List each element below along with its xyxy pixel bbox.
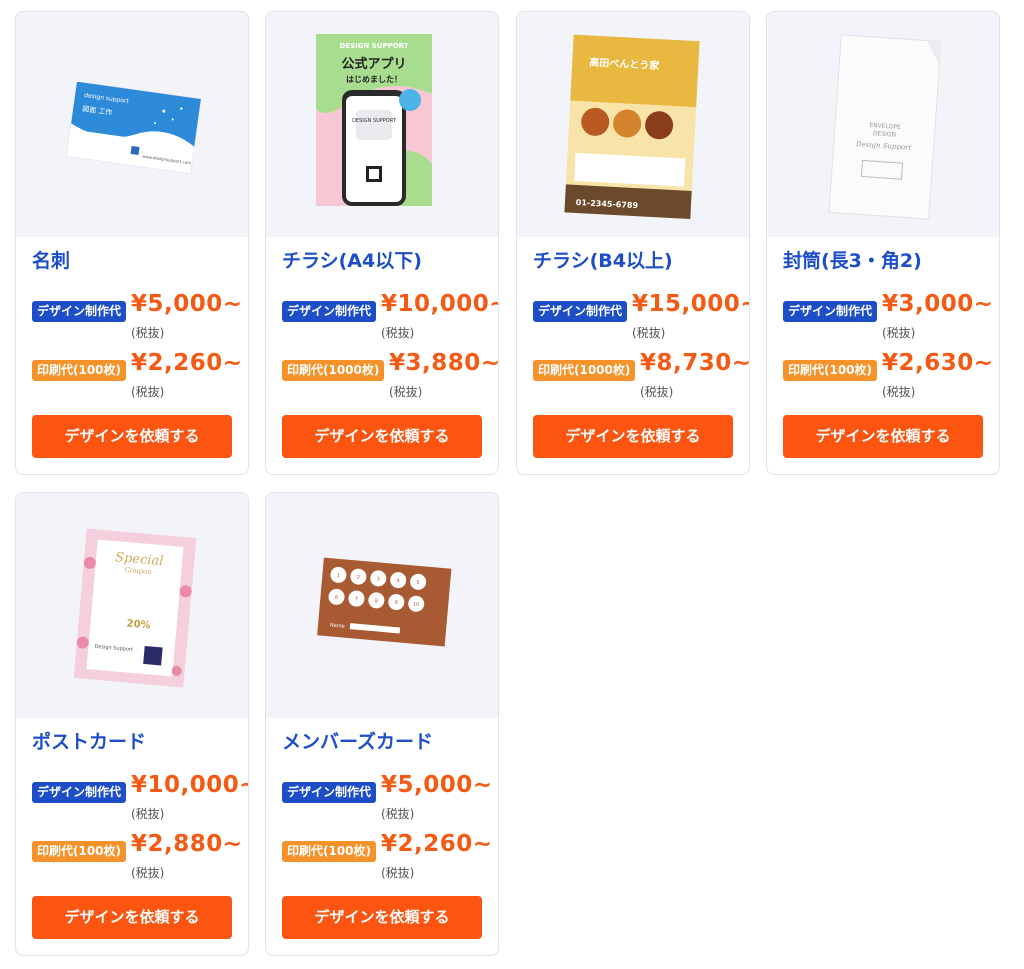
print-price-row: 印刷代(1000枚) ¥8,730~ (税抜)	[533, 350, 750, 399]
postcard-image: Special Coupon 20% Design Support	[73, 528, 197, 688]
tax-note: (税抜)	[131, 326, 165, 340]
tax-note: (税抜)	[131, 807, 165, 821]
design-fee-badge: デザイン制作代	[783, 301, 878, 322]
design-price-row: デザイン制作代 ¥10,000~ (税抜)	[32, 772, 249, 821]
stamp-number: 7	[355, 596, 359, 602]
stamp-number: 1	[337, 573, 341, 579]
print-fee-badge: 印刷代(100枚)	[783, 360, 878, 381]
print-price: ¥2,260~	[131, 350, 243, 376]
print-fee-badge: 印刷代(1000枚)	[533, 360, 636, 381]
flyer-b4-image: 高田べんとう家 01-2345-6789	[564, 34, 700, 219]
design-price: ¥15,000~	[632, 291, 750, 317]
design-price-row: デザイン制作代 ¥5,000~ (税抜)	[32, 291, 247, 340]
tax-note: (税抜)	[131, 385, 165, 399]
design-fee-badge: デザイン制作代	[282, 782, 377, 803]
postcard-offer: 20%	[126, 618, 151, 631]
print-price-row: 印刷代(100枚) ¥2,260~ (税抜)	[282, 831, 497, 880]
card-thumbnail: DESIGN SUPPORT 公式アプリ はじめました！ DESIGN SUPP…	[266, 12, 498, 237]
print-fee-badge: 印刷代(1000枚)	[282, 360, 385, 381]
flyer-sub-text: はじめました！	[346, 74, 402, 84]
print-price: ¥8,730~	[640, 350, 750, 376]
tax-note: (税抜)	[640, 385, 674, 399]
card-business-card: design support 図面 工作 www.designsupport.c…	[15, 11, 249, 475]
tax-note: (税抜)	[131, 866, 165, 880]
request-design-button[interactable]: デザインを依頼する	[282, 896, 482, 939]
business-card-image: design support 図面 工作 www.designsupport.c…	[66, 82, 201, 174]
card-title: 封筒(長3・角2)	[783, 250, 922, 272]
print-fee-badge: 印刷代(100枚)	[282, 841, 377, 862]
tax-note: (税抜)	[381, 866, 415, 880]
request-design-button[interactable]: デザインを依頼する	[32, 896, 232, 939]
card-flyer-b4: 高田べんとう家 01-2345-6789 チラシ(B4以上) デザイン制作代 ¥…	[516, 11, 750, 475]
print-price-row: 印刷代(100枚) ¥2,260~ (税抜)	[32, 350, 247, 399]
print-fee-badge: 印刷代(100枚)	[32, 360, 127, 381]
tax-note: (税抜)	[381, 326, 415, 340]
flyer-head-text: 公式アプリ	[341, 56, 406, 72]
envelope-image: ENVELOPE DESIGN Design Support	[828, 34, 942, 220]
card-thumbnail: design support 図面 工作 www.designsupport.c…	[16, 12, 248, 237]
tax-note: (税抜)	[381, 807, 415, 821]
stamp-number: 10	[413, 602, 420, 609]
members-card-image: 1 2 3 4 5 6 7 8 9 10 Name	[317, 557, 452, 647]
card-title: メンバーズカード	[282, 731, 434, 753]
design-price-row: デザイン制作代 ¥15,000~ (税抜)	[533, 291, 750, 340]
stamp-number: 2	[356, 575, 360, 581]
card-title: ポストカード	[32, 731, 147, 753]
stamp-number: 8	[374, 598, 378, 604]
design-fee-badge: デザイン制作代	[32, 301, 127, 322]
print-price-row: 印刷代(100枚) ¥2,880~ (税抜)	[32, 831, 247, 880]
design-price-row: デザイン制作代 ¥10,000~ (税抜)	[282, 291, 499, 340]
print-price: ¥2,630~	[882, 350, 994, 376]
phone-screen-text: DESIGN SUPPORT	[352, 118, 397, 124]
card-title: 名刺	[32, 250, 71, 272]
card-title: チラシ(A4以下)	[282, 250, 422, 272]
design-price: ¥10,000~	[131, 772, 249, 798]
design-price: ¥10,000~	[381, 291, 499, 317]
tax-note: (税抜)	[389, 385, 423, 399]
flyer-top-text: DESIGN SUPPORT	[339, 42, 408, 50]
request-design-button[interactable]: デザインを依頼する	[533, 415, 733, 458]
print-price: ¥2,880~	[131, 831, 243, 857]
card-envelope: ENVELOPE DESIGN Design Support 封筒(長3・角2)…	[766, 11, 1000, 475]
design-fee-badge: デザイン制作代	[32, 782, 127, 803]
print-price-row: 印刷代(100枚) ¥2,630~ (税抜)	[783, 350, 998, 399]
service-grid: design support 図面 工作 www.designsupport.c…	[0, 0, 1024, 969]
card-members-card: 1 2 3 4 5 6 7 8 9 10 Name メンバーズカード デザイン制作代 ¥5,000…	[265, 492, 499, 956]
design-fee-badge: デザイン制作代	[282, 301, 377, 322]
print-price-row: 印刷代(1000枚) ¥3,880~ (税抜)	[282, 350, 499, 399]
stamp-number: 5	[416, 580, 420, 586]
stamp-number: 9	[394, 600, 398, 606]
tax-note: (税抜)	[882, 385, 916, 399]
tax-note: (税抜)	[882, 326, 916, 340]
print-price: ¥3,880~	[389, 350, 499, 376]
stamp-number: 3	[376, 576, 380, 582]
design-fee-badge: デザイン制作代	[533, 301, 628, 322]
request-design-button[interactable]: デザインを依頼する	[282, 415, 482, 458]
card-thumbnail: Special Coupon 20% Design Support	[16, 493, 248, 718]
design-price: ¥3,000~	[882, 291, 994, 317]
members-name-label: Name	[330, 622, 345, 629]
card-postcard: Special Coupon 20% Design Support ポストカード…	[15, 492, 249, 956]
print-fee-badge: 印刷代(100枚)	[32, 841, 127, 862]
stamp-number: 6	[335, 595, 339, 601]
print-price: ¥2,260~	[381, 831, 493, 857]
design-price-row: デザイン制作代 ¥5,000~ (税抜)	[282, 772, 497, 821]
request-design-button[interactable]: デザインを依頼する	[783, 415, 983, 458]
card-thumbnail: ENVELOPE DESIGN Design Support	[767, 12, 999, 237]
design-price: ¥5,000~	[131, 291, 243, 317]
tax-note: (税抜)	[632, 326, 666, 340]
stamp-number: 4	[396, 578, 400, 584]
design-price: ¥5,000~	[381, 772, 493, 798]
card-title: チラシ(B4以上)	[533, 250, 673, 272]
flyer-a4-image: DESIGN SUPPORT 公式アプリ はじめました！ DESIGN SUPP…	[316, 34, 432, 206]
card-thumbnail: 1 2 3 4 5 6 7 8 9 10 Name	[266, 493, 498, 718]
request-design-button[interactable]: デザインを依頼する	[32, 415, 232, 458]
card-flyer-a4: DESIGN SUPPORT 公式アプリ はじめました！ DESIGN SUPP…	[265, 11, 499, 475]
design-price-row: デザイン制作代 ¥3,000~ (税抜)	[783, 291, 998, 340]
card-thumbnail: 高田べんとう家 01-2345-6789	[517, 12, 749, 237]
